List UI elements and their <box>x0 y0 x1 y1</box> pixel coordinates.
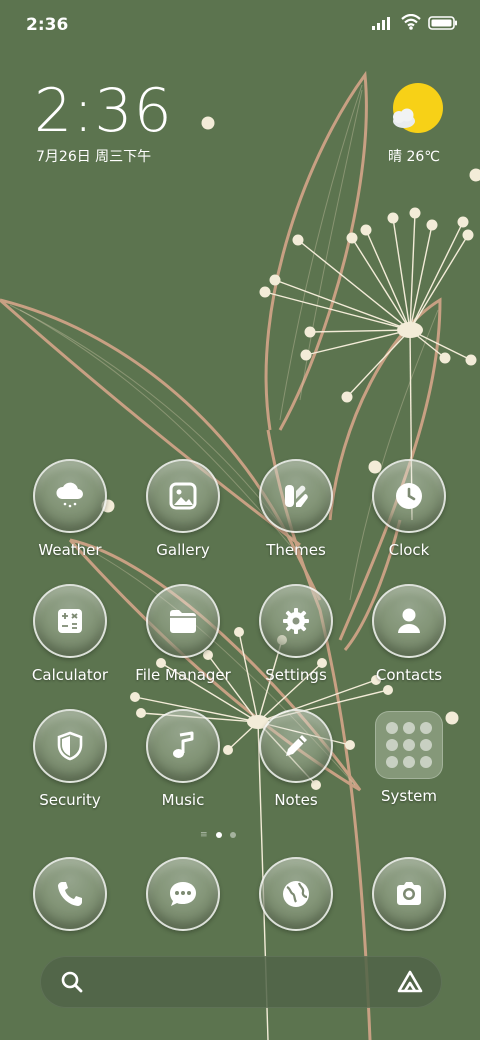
mini-app-icon <box>420 722 432 734</box>
calculator-icon <box>33 584 107 658</box>
contact-icon <box>372 584 446 658</box>
search-bar[interactable] <box>40 956 442 1008</box>
battery-icon <box>428 15 458 34</box>
gallery-icon <box>146 459 220 533</box>
page-dot-active <box>215 832 222 838</box>
app-label: Notes <box>274 791 318 809</box>
app-settings[interactable]: Settings <box>240 584 352 684</box>
app-label: Clock <box>388 541 430 559</box>
app-folder-system[interactable]: System <box>353 709 465 805</box>
wifi-icon <box>401 13 421 34</box>
search-icon[interactable] <box>60 970 84 998</box>
sun-cloud-icon <box>384 83 444 138</box>
weather-widget[interactable] <box>384 82 448 138</box>
app-label: File Manager <box>135 666 231 684</box>
status-bar: 2:36 <box>0 0 480 50</box>
app-music[interactable]: Music <box>127 709 239 809</box>
phone-icon <box>33 857 107 931</box>
weather-widget-text: 晴 26℃ <box>388 149 440 165</box>
globe-icon <box>259 857 333 931</box>
mini-app-icon <box>403 739 415 751</box>
chat-icon <box>146 857 220 931</box>
folder-icon <box>146 584 220 658</box>
weather-icon <box>33 459 107 533</box>
dock-camera[interactable] <box>353 857 465 931</box>
app-security[interactable]: Security <box>14 709 126 809</box>
shield-icon <box>33 709 107 783</box>
app-label: System <box>381 787 437 805</box>
mini-app-icon <box>386 756 398 768</box>
app-weather[interactable]: Weather <box>14 459 126 559</box>
clock-widget-time[interactable]: 2:36 <box>34 76 173 146</box>
music-note-icon <box>146 709 220 783</box>
dock-browser[interactable] <box>240 857 352 931</box>
app-gallery[interactable]: Gallery <box>127 459 239 559</box>
folder-grid-icon <box>375 711 443 779</box>
app-label: Gallery <box>156 541 210 559</box>
status-icons <box>372 13 458 34</box>
app-themes[interactable]: Themes <box>240 459 352 559</box>
mini-app-icon <box>403 756 415 768</box>
dock-phone[interactable] <box>14 857 126 931</box>
app-label: Contacts <box>375 666 443 684</box>
app-clock[interactable]: Clock <box>353 459 465 559</box>
clock-widget-date: 7月26日 周三下午 <box>36 149 152 165</box>
pencil-icon <box>259 709 333 783</box>
app-label: Music <box>161 791 205 809</box>
status-time: 2:36 <box>26 15 69 35</box>
app-notes[interactable]: Notes <box>240 709 352 809</box>
mini-app-icon <box>420 739 432 751</box>
mini-app-icon <box>386 739 398 751</box>
app-drawer-indicator-icon: ≡ <box>200 830 208 840</box>
app-label: Security <box>39 791 101 809</box>
camera-icon <box>372 857 446 931</box>
dock-messages[interactable] <box>127 857 239 931</box>
mini-app-icon <box>386 722 398 734</box>
page-indicator[interactable]: ≡ <box>200 830 236 840</box>
mini-app-icon <box>420 756 432 768</box>
app-calculator[interactable]: Calculator <box>14 584 126 684</box>
page-dot <box>229 832 236 838</box>
app-label: Calculator <box>31 666 109 684</box>
signal-icon <box>372 15 394 34</box>
app-file-manager[interactable]: File Manager <box>127 584 239 684</box>
app-label: Themes <box>266 541 326 559</box>
app-contacts[interactable]: Contacts <box>353 584 465 684</box>
assistant-icon[interactable] <box>396 969 424 999</box>
app-label: Weather <box>38 541 102 559</box>
themes-icon <box>259 459 333 533</box>
app-label: Settings <box>265 666 327 684</box>
mini-app-icon <box>403 722 415 734</box>
gear-icon <box>259 584 333 658</box>
clock-icon <box>372 459 446 533</box>
